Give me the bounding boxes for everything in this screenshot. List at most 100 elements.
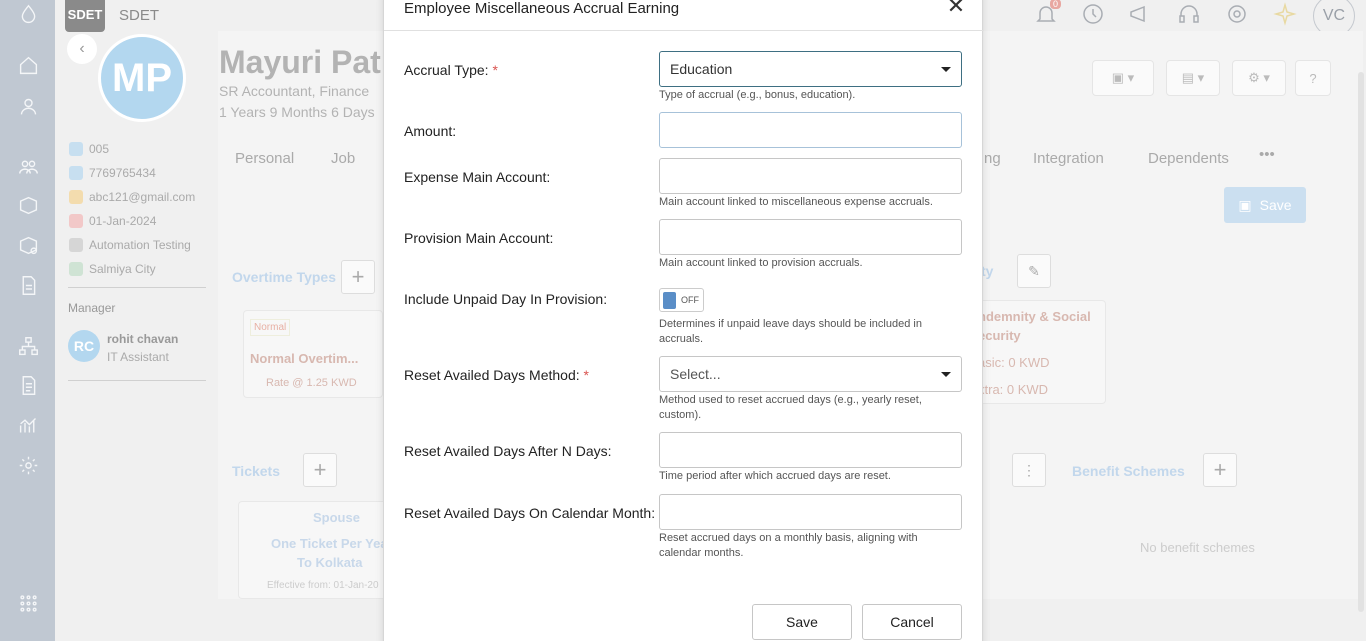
manager-name: rohit chavan bbox=[107, 332, 179, 346]
reset-calendar-input[interactable] bbox=[659, 494, 962, 530]
headset-icon[interactable] bbox=[1177, 2, 1203, 28]
employee-phone: 7769765434 bbox=[89, 166, 156, 180]
accrual-earning-modal: Employee Miscellaneous Accrual Earning ✕… bbox=[383, 0, 984, 641]
modal-divider bbox=[384, 30, 984, 31]
indemnity-title-2: ecurity bbox=[978, 328, 1021, 343]
settings-dropdown-button[interactable]: ⚙ ▾ bbox=[1232, 60, 1286, 96]
benefit-empty-text: No benefit schemes bbox=[1140, 540, 1255, 555]
save-button[interactable]: Save bbox=[752, 604, 852, 640]
add-ticket-button[interactable]: + bbox=[303, 453, 337, 487]
benefit-schemes-title: Benefit Schemes bbox=[1072, 463, 1185, 479]
accrual-type-label-text: Accrual Type: bbox=[404, 62, 489, 78]
analytics-icon[interactable] bbox=[16, 413, 40, 437]
indemnity-basic: asic: 0 KWD bbox=[978, 355, 1050, 370]
email-icon bbox=[69, 190, 83, 204]
user-icon[interactable] bbox=[16, 94, 40, 118]
overtime-tag: Normal bbox=[250, 319, 291, 336]
help-button[interactable]: ? bbox=[1295, 60, 1331, 96]
app-logo-icon[interactable] bbox=[16, 2, 40, 26]
more-options-icon[interactable]: ⋮ bbox=[1012, 453, 1046, 487]
tickets-title: Tickets bbox=[232, 463, 280, 479]
report-icon[interactable] bbox=[16, 373, 40, 397]
provision-account-hint: Main account linked to provision accrual… bbox=[659, 257, 863, 269]
required-mark: * bbox=[583, 367, 589, 383]
required-mark: * bbox=[492, 62, 498, 78]
reset-calendar-hint: Reset accrued days on a monthly basis, a… bbox=[659, 532, 918, 559]
expense-account-hint: Main account linked to miscellaneous exp… bbox=[659, 196, 933, 208]
add-benefit-button[interactable]: + bbox=[1203, 453, 1237, 487]
profile-save-label: Save bbox=[1259, 197, 1292, 213]
overtime-name: Normal Overtim... bbox=[250, 351, 359, 366]
apps-grid-icon[interactable] bbox=[16, 591, 40, 615]
cancel-button[interactable]: Cancel bbox=[862, 604, 962, 640]
employee-avatar: MP bbox=[98, 34, 186, 122]
document-icon[interactable] bbox=[16, 273, 40, 297]
include-unpaid-toggle[interactable]: OFF bbox=[659, 288, 704, 312]
history-icon[interactable] bbox=[1081, 2, 1107, 28]
reset-method-hint: Method used to reset accrued days (e.g.,… bbox=[659, 394, 922, 421]
include-unpaid-hint: Determines if unpaid leave days should b… bbox=[659, 318, 922, 345]
reset-method-placeholder: Select... bbox=[670, 366, 721, 382]
add-overtime-button[interactable]: + bbox=[341, 260, 375, 294]
back-chevron-icon[interactable]: ‹ bbox=[67, 34, 97, 64]
toggle-state: OFF bbox=[681, 295, 699, 305]
box-settings-icon[interactable] bbox=[16, 193, 40, 217]
employee-id: 005 bbox=[89, 142, 110, 156]
profile-save-button[interactable]: ▣ Save bbox=[1224, 187, 1306, 223]
indemnity-card[interactable]: ndemnity & Social ecurity asic: 0 KWD xt… bbox=[972, 300, 1106, 404]
overtime-card[interactable]: Normal Normal Overtim... Rate @ 1.25 KWD bbox=[243, 310, 383, 398]
home-icon[interactable] bbox=[16, 53, 40, 77]
employee-location-row: Salmiya City bbox=[69, 262, 156, 276]
divider bbox=[68, 380, 206, 381]
gear-icon[interactable] bbox=[1225, 2, 1251, 28]
page-scrollbar[interactable] bbox=[1358, 72, 1364, 612]
reset-method-select[interactable]: Select... bbox=[659, 356, 962, 392]
org-chart-icon[interactable] bbox=[16, 334, 40, 358]
reset-after-hint: Time period after which accrued days are… bbox=[659, 470, 891, 482]
employee-email: abc121@gmail.com bbox=[89, 190, 196, 204]
file-user-dropdown-button[interactable]: ▤ ▾ bbox=[1166, 60, 1220, 96]
tab-personal[interactable]: Personal bbox=[235, 150, 294, 167]
employee-email-row: abc121@gmail.com bbox=[69, 190, 195, 204]
amount-input[interactable] bbox=[659, 112, 962, 148]
close-icon[interactable]: ✕ bbox=[944, 0, 968, 18]
box-user-icon[interactable] bbox=[16, 233, 40, 257]
ticket-card[interactable]: Spouse One Ticket Per Yea To Kolkata Eff… bbox=[238, 501, 388, 599]
reset-method-label-text: Reset Availed Days Method: bbox=[404, 367, 580, 383]
tab-partial[interactable]: ng bbox=[984, 150, 1001, 167]
accrual-type-select[interactable]: Education bbox=[659, 51, 962, 87]
megaphone-icon[interactable] bbox=[1128, 2, 1154, 28]
left-rail bbox=[0, 0, 55, 641]
provision-account-input[interactable] bbox=[659, 219, 962, 255]
clipboard-dropdown-button[interactable]: ▣ ▾ bbox=[1092, 60, 1154, 96]
employee-department: Automation Testing bbox=[89, 238, 191, 252]
tab-dependents[interactable]: Dependents bbox=[1148, 150, 1229, 167]
employee-name: Mayuri Pati bbox=[219, 44, 390, 80]
chevron-down-icon bbox=[941, 371, 951, 377]
sparkle-icon[interactable] bbox=[1273, 2, 1299, 28]
accrual-type-value: Education bbox=[670, 61, 733, 77]
location-icon bbox=[69, 262, 83, 276]
employee-id-row: 005 bbox=[69, 142, 109, 156]
ticket-name: One Ticket Per Yea bbox=[271, 536, 388, 551]
bell-icon[interactable]: 0 bbox=[1034, 0, 1062, 28]
team-icon[interactable] bbox=[16, 154, 40, 178]
reset-after-input[interactable] bbox=[659, 432, 962, 468]
expense-account-label: Expense Main Account: bbox=[404, 169, 551, 185]
toggle-knob bbox=[663, 291, 676, 309]
amount-label: Amount: bbox=[404, 123, 457, 139]
reset-calendar-label: Reset Availed Days On Calendar Month: bbox=[404, 505, 656, 521]
tab-more[interactable]: ••• bbox=[1259, 146, 1275, 163]
manager-avatar: RC bbox=[68, 330, 100, 362]
chevron-down-icon bbox=[941, 66, 951, 72]
ticket-effective: Effective from: 01-Jan-20 bbox=[267, 580, 379, 591]
id-icon bbox=[69, 142, 83, 156]
reset-after-label: Reset Availed Days After N Days: bbox=[404, 443, 612, 459]
settings-icon[interactable] bbox=[16, 453, 40, 477]
overtime-types-title: Overtime Types bbox=[232, 269, 337, 285]
edit-pencil-icon[interactable]: ✎ bbox=[1017, 254, 1051, 288]
tab-job[interactable]: Job bbox=[331, 150, 355, 167]
expense-account-input[interactable] bbox=[659, 158, 962, 194]
tab-integration[interactable]: Integration bbox=[1033, 150, 1104, 167]
notification-count: 0 bbox=[1050, 0, 1062, 9]
